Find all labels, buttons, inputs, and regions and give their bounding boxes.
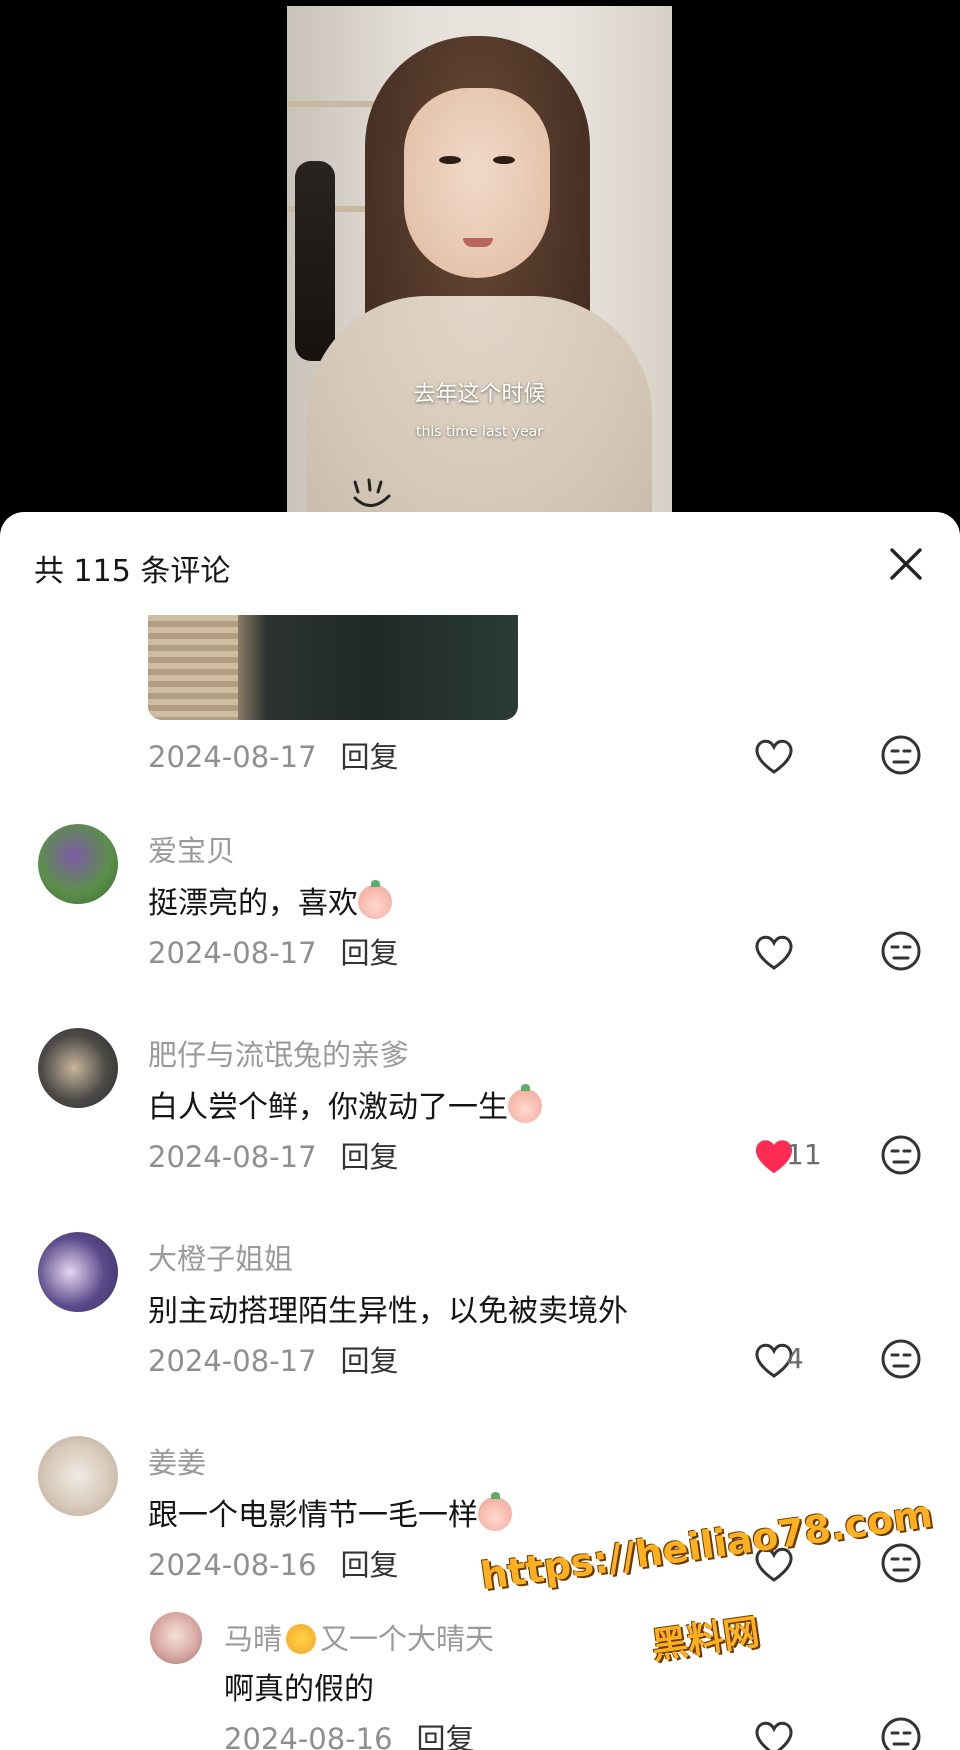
sun-emoji-icon: [286, 1624, 317, 1654]
comment-date: 2024-08-17: [148, 740, 317, 774]
shelf: [287, 101, 382, 107]
comment-text: 白人尝个鲜，你激动了一生: [148, 1082, 542, 1126]
reply-author[interactable]: 马晴 又一个大晴天: [224, 1616, 494, 1658]
comment-image-attachment[interactable]: [148, 615, 518, 720]
comment-author[interactable]: 姜姜: [148, 1440, 206, 1482]
smiley-print-icon: [353, 478, 391, 507]
comment-date: 2024-08-17: [148, 936, 317, 970]
heart-icon[interactable]: [752, 736, 796, 776]
image-landscape: [148, 615, 238, 720]
dislike-face-icon[interactable]: [880, 1716, 922, 1750]
eye: [493, 156, 515, 164]
comment-meta: 2024-08-17 回复: [148, 1134, 399, 1176]
avatar[interactable]: [38, 824, 118, 904]
video-subtitle-english: this time last year: [415, 424, 543, 440]
comment-text: 跟一个电影情节一毛一样: [148, 1490, 512, 1534]
heart-icon[interactable]: [752, 1544, 796, 1584]
comment-text: 别主动搭理陌生异性，以免被卖境外: [148, 1294, 628, 1329]
eye: [439, 156, 461, 164]
avatar[interactable]: [38, 1436, 118, 1516]
peach-emoji-icon: [478, 1492, 512, 1531]
comment-text: 挺漂亮的，喜欢: [148, 878, 392, 922]
avatar[interactable]: [38, 1028, 118, 1108]
like-count: 11: [786, 1138, 822, 1171]
reply-text: 啊真的假的: [224, 1672, 374, 1707]
dislike-face-icon[interactable]: [880, 1134, 922, 1176]
reply-meta: 2024-08-16 回复: [224, 1716, 475, 1750]
reply-button[interactable]: 回复: [417, 1722, 475, 1750]
dislike-face-icon[interactable]: [880, 930, 922, 972]
peach-emoji-icon: [358, 880, 392, 919]
reply-button[interactable]: 回复: [341, 1344, 399, 1378]
heart-icon[interactable]: [752, 932, 796, 972]
reply-button[interactable]: 回复: [341, 936, 399, 970]
reply-button[interactable]: 回复: [341, 1140, 399, 1174]
comments-count-title: 共 115 条评论: [34, 554, 231, 589]
peach-emoji-icon: [508, 1084, 542, 1123]
comment-author[interactable]: 大橙子姐姐: [148, 1236, 293, 1278]
avatar[interactable]: [38, 1232, 118, 1312]
mouth: [463, 238, 493, 247]
comment-meta: 2024-08-16 回复: [148, 1542, 399, 1584]
comment-date: 2024-08-16: [148, 1548, 317, 1582]
guitar: [295, 161, 335, 361]
reply-date: 2024-08-16: [224, 1722, 393, 1750]
reply-avatar[interactable]: [150, 1612, 202, 1664]
like-count: 4: [786, 1342, 804, 1375]
comment-author[interactable]: 爱宝贝: [148, 828, 235, 870]
dislike-face-icon[interactable]: [880, 1338, 922, 1380]
dislike-face-icon[interactable]: [880, 1542, 922, 1584]
video-player[interactable]: 去年这个时候 this time last year: [287, 6, 672, 516]
heart-icon[interactable]: [752, 1718, 796, 1750]
comments-sheet: 共 115 条评论 2024-08-17 回复 爱宝贝 挺漂亮的，喜欢 2024-…: [0, 512, 960, 1750]
comment-meta: 2024-08-17 回复: [148, 930, 399, 972]
comment-meta: 2024-08-17 回复: [148, 1338, 399, 1380]
close-icon[interactable]: [884, 542, 928, 586]
video-subtitle-chinese: 去年这个时候: [413, 382, 546, 407]
person-face: [404, 88, 550, 278]
comment-author[interactable]: 肥仔与流氓兔的亲爹: [148, 1032, 409, 1074]
reply-button[interactable]: 回复: [341, 1548, 399, 1582]
dislike-face-icon[interactable]: [880, 734, 922, 776]
reply-button[interactable]: 回复: [341, 740, 399, 774]
comment-date: 2024-08-17: [148, 1344, 317, 1378]
comment-meta: 2024-08-17 回复: [148, 734, 399, 776]
comment-date: 2024-08-17: [148, 1140, 317, 1174]
